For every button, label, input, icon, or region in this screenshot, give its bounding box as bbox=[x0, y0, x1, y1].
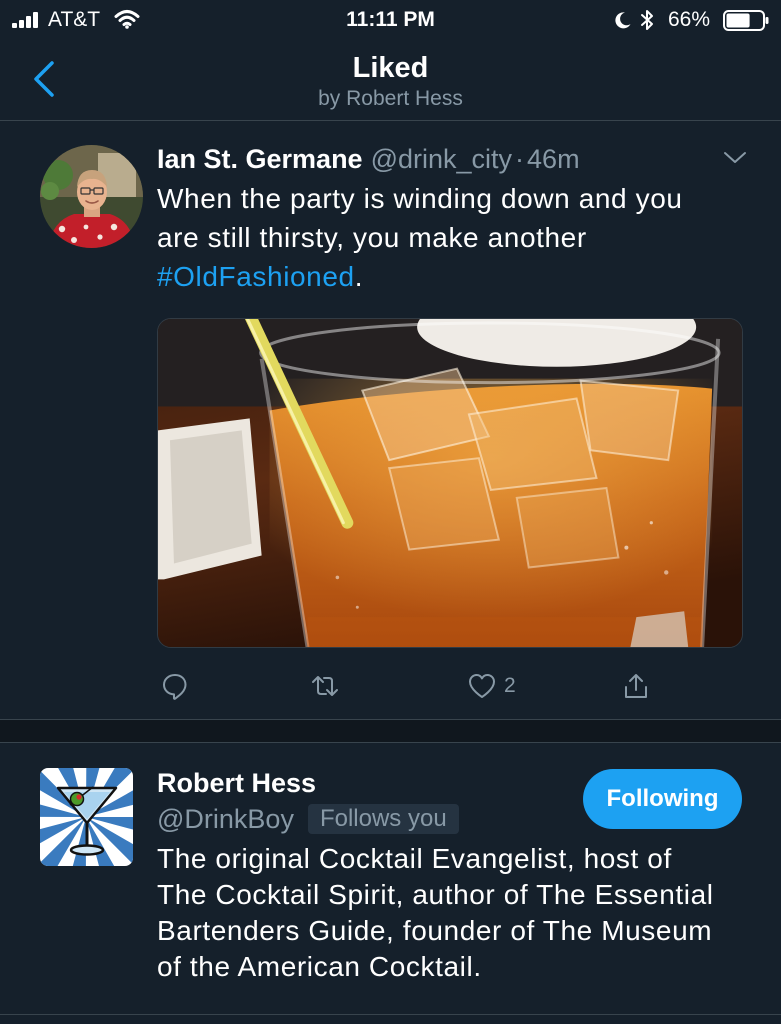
tweet-menu-button[interactable] bbox=[723, 151, 747, 165]
reply-button[interactable] bbox=[161, 668, 189, 704]
retweet-button[interactable] bbox=[310, 668, 340, 704]
heart-icon bbox=[468, 672, 496, 700]
tweet-text-body: When the party is winding down and you a… bbox=[157, 183, 683, 253]
user-card-body: Robert Hess @DrinkBoy Follows you Followi… bbox=[157, 768, 743, 1014]
user-avatar[interactable] bbox=[40, 768, 133, 866]
bluetooth-icon bbox=[640, 9, 654, 36]
tweet-actions: 2 bbox=[157, 668, 743, 704]
tweet-author-name[interactable]: Ian St. Germane bbox=[157, 144, 363, 174]
tweet-author-handle[interactable]: @drink_city bbox=[371, 144, 512, 174]
tweet-body: Ian St. Germane @drink_city · 46m When the … bbox=[157, 145, 746, 719]
like-button[interactable]: 2 bbox=[468, 668, 516, 704]
tweet-meta-separator: · bbox=[515, 144, 525, 174]
like-count: 2 bbox=[504, 674, 516, 697]
nav-header: Liked by Robert Hess bbox=[0, 40, 781, 121]
following-button[interactable]: Following bbox=[583, 769, 742, 829]
follows-you-badge: Follows you bbox=[307, 803, 459, 834]
retweet-icon bbox=[310, 672, 340, 700]
share-icon bbox=[622, 672, 650, 700]
chevron-down-icon bbox=[723, 151, 747, 165]
page-subtitle: by Robert Hess bbox=[318, 87, 463, 110]
clock-time: 11:11 PM bbox=[346, 8, 435, 31]
tweet-author-avatar[interactable] bbox=[40, 145, 143, 248]
share-button[interactable] bbox=[622, 668, 650, 704]
reply-icon bbox=[161, 672, 189, 700]
status-bar: AT&T 11:11 PM 66% bbox=[0, 0, 781, 40]
page-title: Liked bbox=[352, 52, 429, 84]
battery-percent: 66% bbox=[668, 8, 711, 31]
user-handle[interactable]: @DrinkBoy bbox=[157, 804, 294, 834]
tweet-header: Ian St. Germane @drink_city · 46m bbox=[157, 145, 743, 173]
tweet[interactable]: Ian St. Germane @drink_city · 46m When the … bbox=[0, 121, 781, 720]
do-not-disturb-moon-icon bbox=[614, 11, 632, 34]
tweet-text-end: . bbox=[354, 261, 364, 292]
tweet-text: When the party is winding down and you a… bbox=[157, 179, 717, 296]
user-card[interactable]: Robert Hess @DrinkBoy Follows you Followi… bbox=[0, 743, 781, 1015]
hashtag-link[interactable]: #OldFashioned bbox=[157, 261, 355, 292]
section-divider bbox=[0, 720, 781, 743]
tweet-timestamp: 46m bbox=[527, 144, 580, 174]
battery-icon bbox=[723, 10, 769, 36]
user-bio: The original Cocktail Evangelist, host o… bbox=[157, 843, 714, 982]
battery-fill bbox=[726, 13, 750, 28]
tweet-photo[interactable] bbox=[157, 318, 743, 648]
